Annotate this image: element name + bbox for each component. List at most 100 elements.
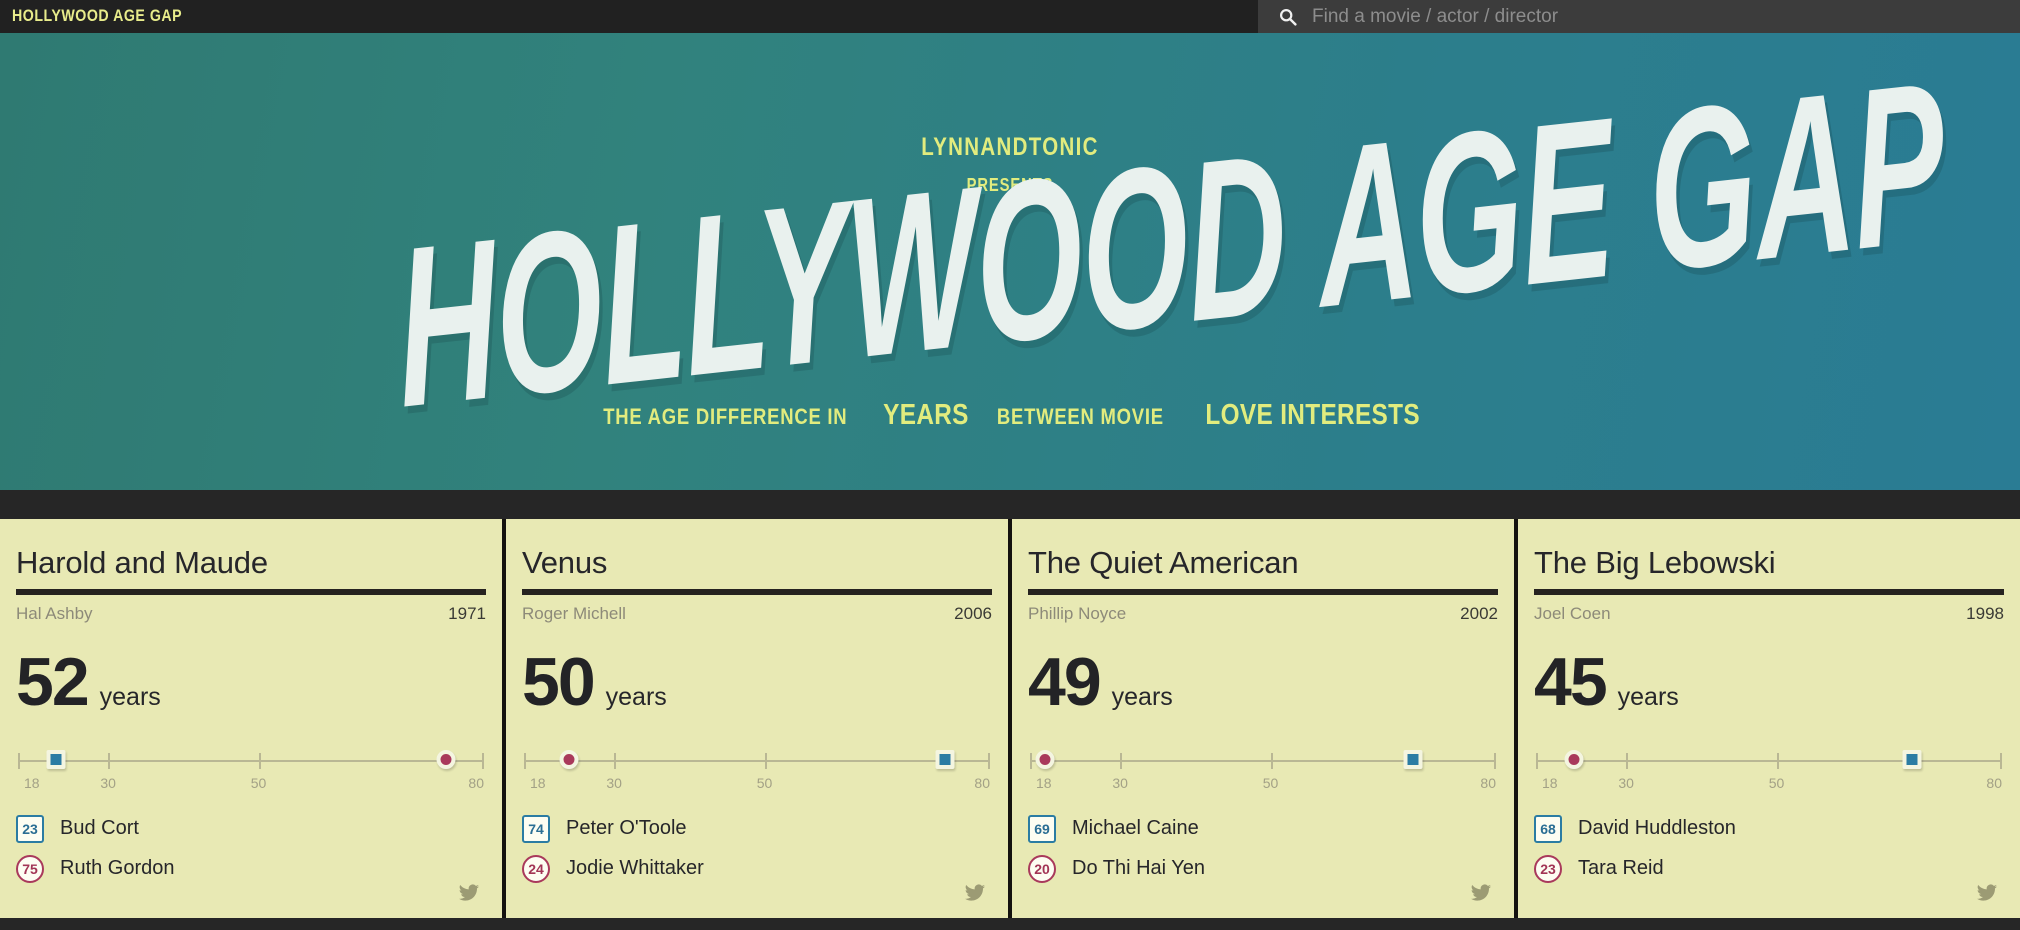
hero-title: HOLLYWOOD AGE GAP	[390, 35, 1951, 456]
movie-card[interactable]: Harold and Maude Hal Ashby 1971 52 years 18 30…	[0, 519, 506, 918]
slider-tick-label: 18	[1036, 774, 1052, 791]
movie-director[interactable]: Hal Ashby	[16, 604, 93, 624]
age-range-slider[interactable]: 18 30 50 80	[18, 743, 484, 799]
person-row[interactable]: 20 Do Thi Hai Yen	[1028, 849, 1498, 889]
age-gap-display: 50 years	[522, 647, 992, 715]
person-row[interactable]: 69 Michael Caine	[1028, 809, 1498, 849]
slider-tick-label: 30	[1618, 774, 1634, 791]
person-name[interactable]: Bud Cort	[60, 817, 139, 840]
person-row[interactable]: 74 Peter O'Toole	[522, 809, 992, 849]
slider-track	[1536, 759, 2002, 762]
twitter-share-link[interactable]	[458, 882, 480, 904]
movie-title[interactable]: The Big Lebowski	[1534, 547, 2004, 580]
age-gap-value: 49	[1028, 643, 1102, 720]
hero-subtitle-part-3: LOVE INTERESTS	[1205, 399, 1420, 431]
slider-marker-male[interactable]	[935, 749, 955, 769]
person-name[interactable]: Jodie Whittaker	[566, 857, 704, 880]
movie-year: 1971	[448, 603, 486, 623]
age-range-slider[interactable]: 18 30 50 80	[524, 743, 990, 799]
slider-tick	[1030, 752, 1032, 769]
movie-title[interactable]: Venus	[522, 547, 992, 580]
person-row[interactable]: 68 David Huddleston	[1534, 809, 2004, 849]
slider-tick-label: 80	[1986, 774, 2002, 791]
movie-card-grid: Harold and Maude Hal Ashby 1971 52 years 18 30…	[0, 519, 2020, 930]
slider-tick	[524, 752, 526, 769]
slider-tick	[1494, 752, 1496, 769]
slider-tick	[1536, 752, 1538, 769]
person-age-badge: 20	[1028, 854, 1056, 883]
twitter-bird-icon	[964, 884, 986, 901]
person-name[interactable]: Do Thi Hai Yen	[1072, 857, 1205, 880]
section-divider-band	[0, 490, 2020, 519]
slider-tick	[482, 752, 484, 769]
movie-director[interactable]: Phillip Noyce	[1028, 604, 1126, 624]
top-navigation-bar: HOLLYWOOD AGE GAP	[0, 0, 2020, 33]
hero-presents-label: PRESENTS	[966, 175, 1054, 195]
person-age-badge: 74	[522, 814, 550, 843]
age-gap-value: 45	[1534, 643, 1608, 720]
person-row[interactable]: 24 Jodie Whittaker	[522, 849, 992, 889]
age-gap-display: 52 years	[16, 643, 486, 720]
age-gap-unit: years	[605, 682, 667, 711]
twitter-share-link[interactable]	[1470, 882, 1492, 904]
twitter-share-link[interactable]	[1976, 882, 1998, 904]
movie-director[interactable]: Roger Michell	[522, 604, 626, 624]
movie-card[interactable]: The Quiet American Phillip Noyce 2002 49 yea…	[1012, 519, 1518, 918]
slider-tick	[1120, 752, 1123, 769]
slider-tick	[108, 752, 111, 769]
slider-tick	[2000, 752, 2002, 769]
movie-director[interactable]: Joel Coen	[1534, 604, 1611, 624]
slider-tick-label: 30	[1112, 774, 1128, 791]
slider-tick-label: 80	[468, 774, 484, 791]
movie-title[interactable]: The Quiet American	[1028, 547, 1498, 580]
title-underline	[522, 588, 992, 595]
search-icon	[1279, 8, 1297, 26]
cast-list: 69 Michael Caine 20 Do Thi Hai Yen	[1028, 809, 1498, 889]
movie-meta: Roger Michell 2006	[522, 604, 992, 624]
slider-tick-label: 50	[1768, 774, 1785, 791]
slider-marker-male[interactable]	[1902, 749, 1922, 769]
slider-marker-male[interactable]	[46, 749, 66, 769]
movie-card[interactable]: Venus Roger Michell 2006 50 years 18 30 50 80 74 P…	[506, 519, 1012, 918]
person-name[interactable]: Peter O'Toole	[566, 817, 687, 840]
slider-marker-female[interactable]	[1564, 749, 1584, 769]
movie-title[interactable]: Harold and Maude	[16, 547, 486, 580]
twitter-share-link[interactable]	[964, 882, 986, 904]
age-gap-value: 52	[16, 643, 90, 720]
person-row[interactable]: 23 Tara Reid	[1534, 849, 2004, 889]
twitter-bird-icon	[1976, 884, 1998, 901]
person-name[interactable]: Tara Reid	[1578, 857, 1664, 880]
slider-tick	[614, 752, 617, 769]
search-input[interactable]	[1312, 2, 1912, 31]
slider-tick-label: 80	[1480, 774, 1496, 791]
title-underline	[1534, 588, 2004, 595]
slider-track	[524, 759, 990, 762]
slider-marker-female[interactable]	[1035, 749, 1055, 769]
person-name[interactable]: David Huddleston	[1578, 817, 1736, 840]
slider-track	[18, 759, 484, 762]
person-age-badge: 24	[522, 854, 550, 883]
person-name[interactable]: Ruth Gordon	[60, 857, 175, 880]
slider-marker-female[interactable]	[436, 749, 456, 769]
person-name[interactable]: Michael Caine	[1072, 817, 1199, 840]
slider-marker-female[interactable]	[559, 749, 579, 769]
slider-tick-label: 18	[24, 774, 40, 791]
search-container[interactable]	[1258, 0, 2020, 33]
age-gap-display: 49 years	[1028, 643, 1498, 720]
slider-tick	[1626, 752, 1629, 769]
slider-track	[1030, 759, 1496, 762]
cast-list: 68 David Huddleston 23 Tara Reid	[1534, 809, 2004, 889]
age-range-slider[interactable]: 18 30 50 80	[1536, 743, 2002, 799]
site-brand-logo[interactable]: HOLLYWOOD AGE GAP	[0, 7, 182, 26]
person-row[interactable]: 75 Ruth Gordon	[16, 849, 486, 889]
hero-presenter: LYNNANDTONIC	[921, 133, 1099, 161]
slider-marker-male[interactable]	[1403, 749, 1423, 769]
person-row[interactable]: 23 Bud Cort	[16, 809, 486, 849]
title-underline	[16, 588, 486, 595]
age-gap-unit: years	[1617, 682, 1679, 711]
movie-card[interactable]: The Big Lebowski Joel Coen 1998 45 years 18 30…	[1518, 519, 2020, 918]
cast-list: 74 Peter O'Toole 24 Jodie Whittaker	[522, 809, 992, 889]
slider-tick	[988, 752, 990, 769]
twitter-bird-icon	[458, 884, 480, 901]
age-range-slider[interactable]: 18 30 50 80	[1030, 743, 1496, 799]
